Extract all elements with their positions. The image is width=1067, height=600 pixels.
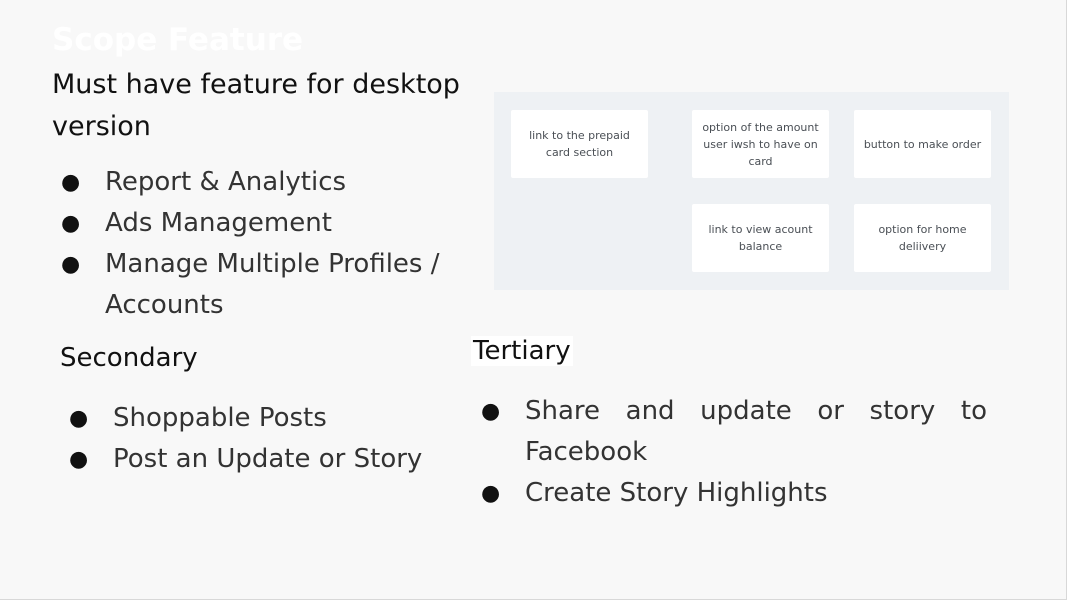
list-item-text: Create Story Highlights [525,478,828,508]
list-item: ● Post an Update or Story [69,439,453,480]
bullet-icon: ● [61,252,81,277]
bullet-icon: ● [69,447,89,472]
bullet-icon: ● [69,406,89,431]
list-item-text: Shoppable Posts [113,403,327,433]
list-item: ● Create Story Highlights [481,473,987,514]
list-item: ● Manage Multiple Profiles / Accounts [61,244,475,326]
list-item-text: Ads Management [105,208,332,238]
wireframe-card-label: option for home deliivery [878,223,967,253]
wireframe-card-label: link to view acount balance [708,223,813,253]
wireframe-card-balance-link: link to view acount balance [692,204,829,272]
list-item: ● Ads Management [61,203,475,244]
slide-title: Scope Feature [52,22,304,58]
list-item-text: Report & Analytics [105,167,347,197]
wireframe-card-amount-option: option of the amount user iwsh to have o… [692,110,829,178]
bullet-icon: ● [61,170,81,195]
wireframe-card-prepaid-link: link to the prepaid card section [511,110,648,178]
bullet-icon: ● [481,481,501,506]
wireframe-card-delivery-option: option for home deliivery [854,204,991,272]
must-have-list: ● Report & Analytics ● Ads Management ● Ma… [61,162,475,326]
list-item-text: Post an Update or Story [113,444,423,474]
wireframe-card-label: button to make order [863,137,982,151]
tertiary-heading: Tertiary [471,336,573,366]
wireframe-card-label: link to the prepaid card section [529,129,630,159]
bullet-icon: ● [481,399,501,424]
bullet-icon: ● [61,211,81,236]
tertiary-list: ● Share and update or story to Facebook ●… [481,391,987,514]
must-have-heading: Must have feature for desktop version [52,69,460,142]
list-item: ● Share and update or story to Facebook [481,391,987,473]
secondary-list: ● Shoppable Posts ● Post an Update or Sto… [69,398,453,480]
list-item-text: Share and update or story to Facebook [525,396,987,467]
list-item: ● Shoppable Posts [69,398,453,439]
slide: Scope Feature Must have feature for desk… [0,0,1067,600]
wireframe-card-label: option of the amount user iwsh to have o… [702,120,819,168]
wireframe-panel: link to the prepaid card section option … [494,92,1009,290]
list-item-text: Manage Multiple Profiles / Accounts [105,249,440,320]
wireframe-card-order-button: button to make order [854,110,991,178]
list-item: ● Report & Analytics [61,162,475,203]
secondary-heading: Secondary [60,343,198,373]
